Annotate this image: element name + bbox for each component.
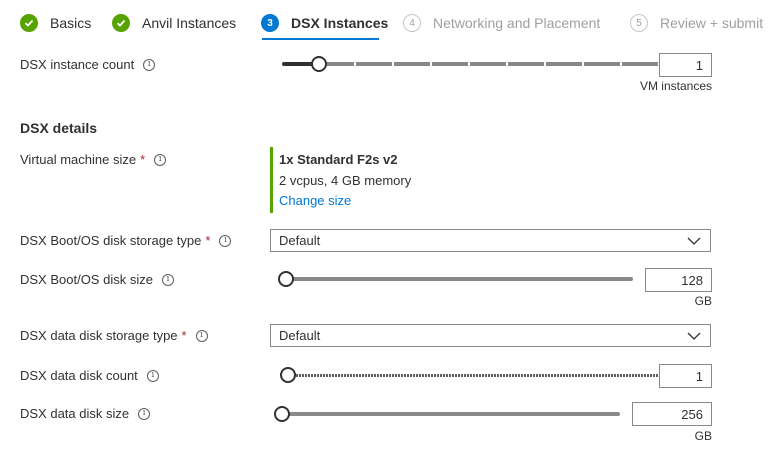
chevron-down-icon: [687, 332, 701, 340]
boot-disk-type-dropdown[interactable]: Default: [270, 229, 711, 252]
instance-count-slider-thumb[interactable]: [311, 56, 327, 72]
boot-disk-size-slider-track[interactable]: [286, 277, 633, 281]
boot-disk-size-slider-thumb[interactable]: [278, 271, 294, 287]
instance-count-label: DSX instance count: [20, 57, 135, 72]
vm-size-spec: 2 vcpus, 4 GB memory: [279, 173, 412, 188]
data-disk-count-input[interactable]: 1: [659, 364, 712, 388]
data-disk-size-slider-thumb[interactable]: [274, 406, 290, 422]
boot-disk-type-label: DSX Boot/OS disk storage type: [20, 233, 202, 248]
change-size-link[interactable]: Change size: [279, 193, 351, 208]
info-icon[interactable]: i: [219, 234, 232, 247]
tab-review-submit[interactable]: 5 Review + submit: [630, 12, 763, 34]
instance-count-label-row: DSX instance count i: [20, 57, 156, 72]
vm-size-name: 1x Standard F2s v2: [279, 152, 398, 167]
data-disk-count-slider-thumb[interactable]: [280, 367, 296, 383]
tab-anvil-instances[interactable]: Anvil Instances: [112, 12, 236, 34]
data-disk-size-label: DSX data disk size: [20, 406, 130, 421]
info-icon[interactable]: i: [143, 58, 156, 71]
info-icon[interactable]: i: [161, 273, 174, 286]
active-tab-indicator: [262, 38, 379, 40]
section-heading: DSX details: [20, 120, 98, 136]
data-disk-size-label-row: DSX data disk size i: [20, 406, 151, 421]
info-icon[interactable]: i: [154, 153, 167, 166]
data-disk-size-unit: GB: [694, 429, 712, 443]
step-number-badge: 3: [261, 14, 279, 32]
tab-label: Anvil Instances: [142, 15, 237, 31]
info-icon[interactable]: i: [195, 329, 208, 342]
required-marker: *: [181, 328, 187, 343]
boot-disk-size-input[interactable]: 128: [645, 268, 712, 292]
boot-disk-type-label-row: DSX Boot/OS disk storage type * i: [20, 233, 232, 248]
step-number-badge: 4: [403, 14, 421, 32]
instance-count-input[interactable]: 1: [659, 53, 712, 77]
boot-disk-size-label-row: DSX Boot/OS disk size i: [20, 272, 174, 287]
chevron-down-icon: [687, 237, 701, 245]
data-disk-count-slider-track[interactable]: [290, 374, 658, 377]
required-marker: *: [205, 233, 211, 248]
required-marker: *: [140, 152, 146, 167]
vm-size-label-row: Virtual machine size * i: [20, 152, 167, 167]
tab-label: Networking and Placement: [433, 15, 601, 31]
tab-label: Basics: [50, 15, 92, 31]
data-disk-type-label-row: DSX data disk storage type * i: [20, 328, 208, 343]
data-disk-size-slider-track[interactable]: [282, 412, 620, 416]
vm-size-accent-bar: [270, 147, 273, 213]
data-disk-size-input[interactable]: 256: [632, 402, 712, 426]
tab-basics[interactable]: Basics: [20, 12, 91, 34]
data-disk-type-label: DSX data disk storage type: [20, 328, 178, 343]
vm-size-label: Virtual machine size: [20, 152, 137, 167]
info-icon[interactable]: i: [146, 369, 159, 382]
data-disk-count-label: DSX data disk count: [20, 368, 138, 383]
instance-count-unit: VM instances: [639, 79, 712, 93]
tab-dsx-instances[interactable]: 3 DSX Instances: [261, 12, 388, 34]
instance-count-slider-track[interactable]: [318, 62, 658, 66]
data-disk-type-dropdown[interactable]: Default: [270, 324, 711, 347]
boot-disk-size-label: DSX Boot/OS disk size: [20, 272, 153, 287]
dropdown-value: Default: [279, 328, 321, 343]
tab-label: DSX Instances: [291, 15, 389, 31]
tab-networking-and-placement[interactable]: 4 Networking and Placement: [403, 12, 600, 34]
boot-disk-size-unit: GB: [694, 294, 712, 308]
step-number-badge: 5: [630, 14, 648, 32]
checkmark-icon: [20, 14, 38, 32]
dropdown-value: Default: [279, 233, 321, 248]
data-disk-count-label-row: DSX data disk count i: [20, 368, 159, 383]
checkmark-icon: [112, 14, 130, 32]
tab-label: Review + submit: [660, 15, 764, 31]
info-icon[interactable]: i: [138, 407, 151, 420]
